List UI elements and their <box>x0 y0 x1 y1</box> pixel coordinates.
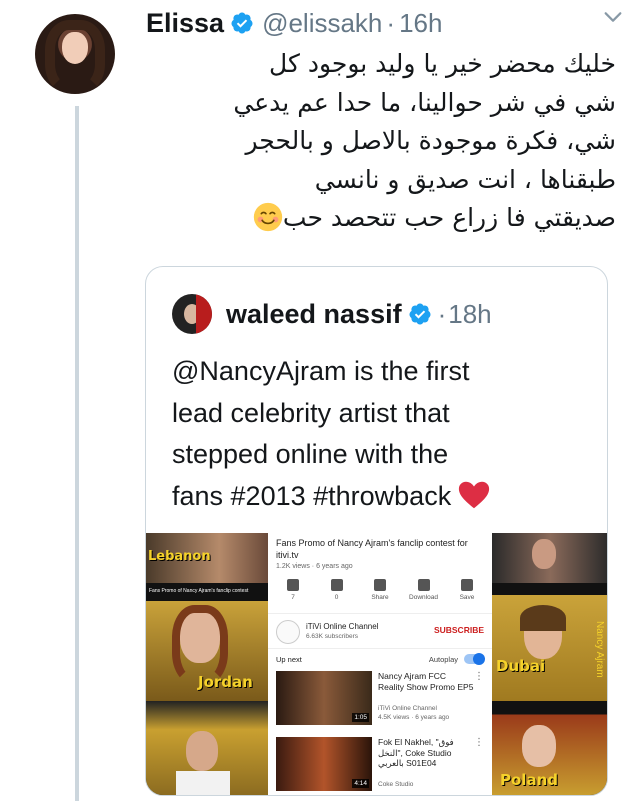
separator-dot: · <box>437 298 447 329</box>
yt-item-title: Fok El Nakhel, "فوق النخل", Coke Studio … <box>378 737 454 768</box>
verified-badge-icon <box>230 11 254 35</box>
yt-like: 7 <box>276 579 310 601</box>
more-vert-icon: ⋮ <box>474 671 484 682</box>
yt-download: Download <box>407 579 441 601</box>
tweet-line-text: صديقتي فا زراع حب تتحصد حب <box>282 203 616 232</box>
yt-dislike: 0 <box>320 579 354 601</box>
right-top-clip <box>492 533 607 583</box>
left-caption-strip: Fans Promo of Nancy Ajram's fanclip cont… <box>146 583 268 601</box>
left-middle-clip: Jordan <box>146 601 268 701</box>
quoted-body: @NancyAjram is the first lead celebrity … <box>172 351 592 517</box>
right-bottom-clip: Poland <box>492 701 607 795</box>
verified-badge-icon <box>408 302 432 326</box>
yt-share: Share <box>363 579 397 601</box>
save-icon <box>461 579 473 591</box>
yt-save: Save <box>450 579 484 601</box>
youtube-screenshot: Fans Promo of Nancy Ajram's fanclip cont… <box>268 533 492 795</box>
thumbs-up-icon <box>287 579 299 591</box>
yt-item-title: Nancy Ajram FCC Reality Show Promo EP5 <box>378 671 474 692</box>
yt-video-views: 1.2K views · 6 years ago <box>276 563 353 570</box>
yt-channel-row: iTiVi Online Channel 6.63K subscribers S… <box>268 613 492 649</box>
red-heart-emoji-icon <box>459 481 490 508</box>
yt-duration: 1:05 <box>352 713 369 722</box>
yt-subscribe-label: SUBSCRIBE <box>433 625 484 635</box>
left-top-clip: Lebanon <box>146 533 268 583</box>
quoted-avatar <box>172 294 212 334</box>
quoted-timestamp: 18h <box>448 298 492 329</box>
yt-channel-subs: 6.63K subscribers <box>306 633 359 640</box>
thread-connector-line <box>75 106 79 801</box>
tweet-timestamp[interactable]: 16h <box>399 8 442 39</box>
author-avatar[interactable] <box>35 14 115 94</box>
chevron-down-icon[interactable] <box>602 6 624 28</box>
clip-caption: Fans Promo of Nancy Ajram's fanclip cont… <box>149 588 249 594</box>
tweet-line: طبقناها ، انت صديق و نانسي <box>314 164 616 194</box>
quoted-line: lead celebrity artist that <box>172 397 450 428</box>
tweet-body: خليك محضر خير يا وليد بوجود كل شي في شر … <box>146 45 616 238</box>
clip-label-nancy-ajram: Nancy Ajram <box>594 621 605 678</box>
tweet-line: خليك محضر خير يا وليد بوجود كل <box>269 49 616 78</box>
clip-label-lebanon: Lebanon <box>148 549 211 564</box>
autoplay-toggle-icon <box>464 653 485 665</box>
yt-thumbnail: 1:05 <box>276 671 372 725</box>
more-vert-icon: ⋮ <box>474 737 484 748</box>
author-handle[interactable]: @elissakh <box>262 8 382 39</box>
yt-thumbnail: 4:14 <box>276 737 372 791</box>
yt-upnext-item: 1:05 Nancy Ajram FCC Reality Show Promo … <box>276 671 484 733</box>
quoted-line: stepped online with the <box>172 439 449 469</box>
thumbs-down-icon <box>330 579 343 591</box>
quoted-line-text: fans #2013 #throwback <box>172 480 452 511</box>
quoted-line: @NancyAjram is the first <box>172 356 470 386</box>
yt-upnext-item: 4:14 Fok El Nakhel, "فوق النخل", Coke St… <box>276 737 484 795</box>
quoted-tweet-card[interactable]: waleed nassif · 18h @NancyAjram is the f… <box>145 266 608 796</box>
clip-label-poland: Poland <box>500 771 558 789</box>
tweet-line: صديقتي فا زراع حب تتحصد حب <box>146 199 616 238</box>
yt-channel-name: iTiVi Online Channel <box>306 622 379 631</box>
yt-item-channel: Coke Studio <box>378 781 414 788</box>
clip-label-jordan: Jordan <box>198 673 253 691</box>
quoted-media-image[interactable]: Lebanon Fans Promo of Nancy Ajram's fanc… <box>146 533 607 795</box>
separator-dot: · <box>386 7 396 38</box>
left-bottom-clip <box>146 701 268 795</box>
yt-action-row: 7 0 Share Download Save <box>276 579 484 601</box>
quoted-author-name: waleed nassif <box>226 298 402 329</box>
yt-video-title: Fans Promo of Nancy Ajram's fanclip cont… <box>276 538 468 560</box>
tweet-header: Elissa @elissakh · 16h <box>146 6 620 40</box>
yt-duration: 4:14 <box>352 779 369 788</box>
download-icon <box>417 579 430 591</box>
share-icon <box>374 579 386 591</box>
smiling-face-emoji-icon <box>253 202 283 232</box>
tweet-line: شي في شر حوالينا، ما حدا عم يدعي <box>233 87 616 117</box>
yt-item-views: 4.5K views · 6 years ago <box>378 714 450 721</box>
quoted-header: waleed nassif · 18h <box>172 294 492 334</box>
yt-up-next-label: Up next <box>276 655 302 664</box>
clip-label-dubai: Dubai <box>496 657 546 675</box>
yt-item-channel: iTiVi Online Channel <box>378 705 437 712</box>
quoted-line: fans #2013 #throwback <box>172 476 592 518</box>
yt-autoplay-label: Autoplay <box>428 655 458 664</box>
tweet-line: شي، فكرة موجودة بالاصل و بالحجر <box>245 126 616 155</box>
channel-logo-icon <box>276 620 300 644</box>
right-middle-clip: Dubai Nancy Ajram <box>492 583 607 701</box>
author-name[interactable]: Elissa <box>146 8 224 39</box>
